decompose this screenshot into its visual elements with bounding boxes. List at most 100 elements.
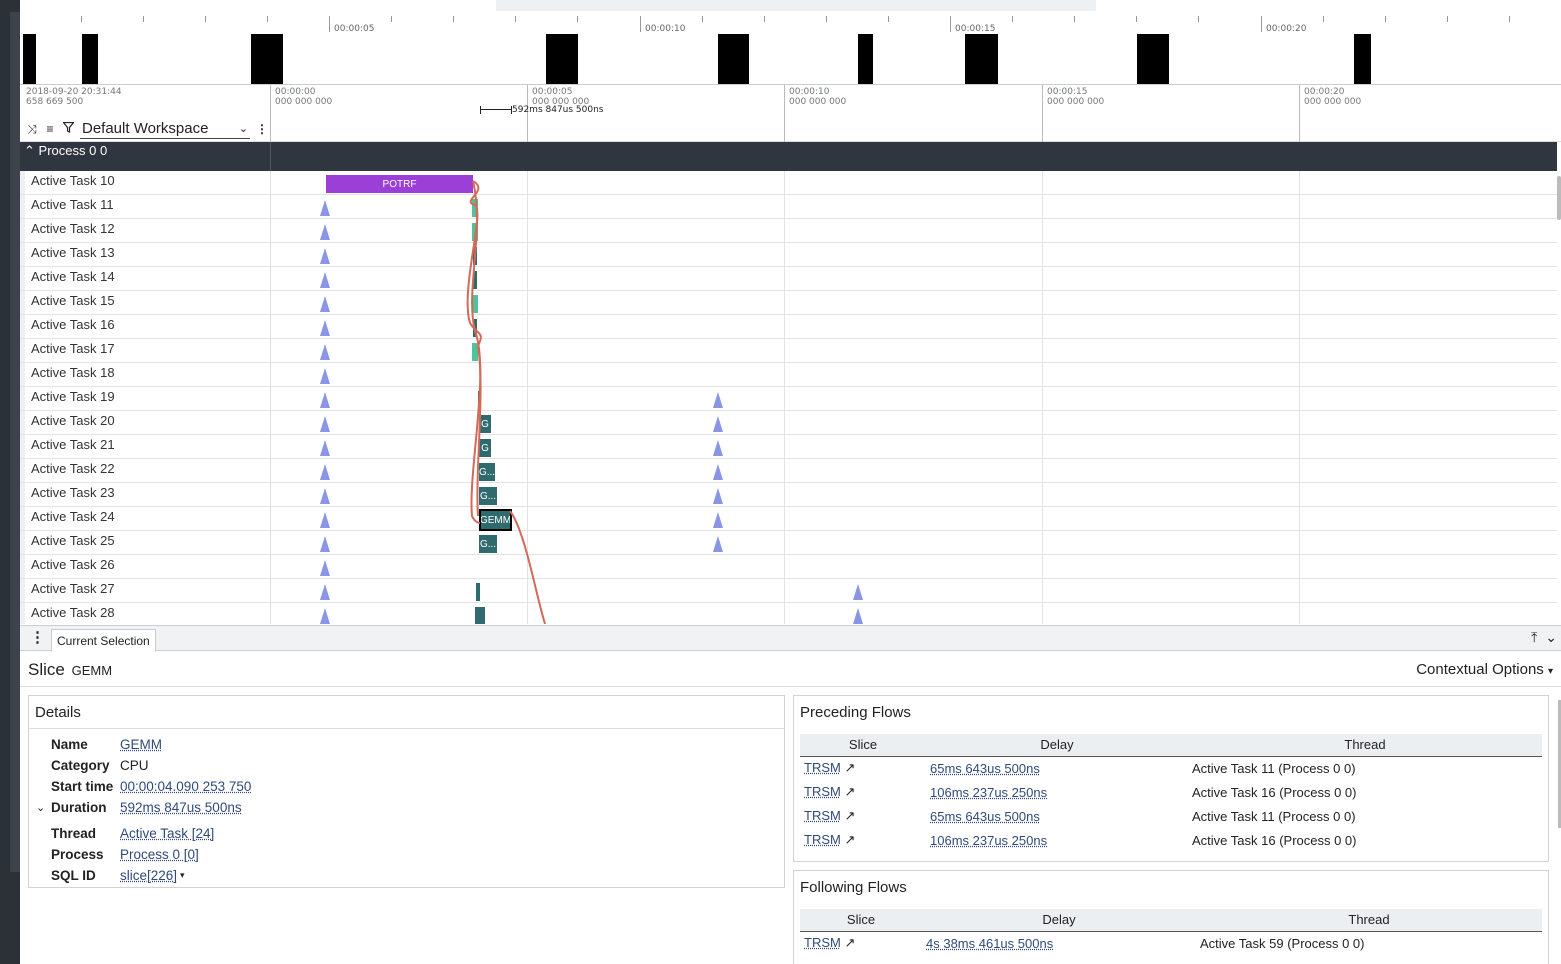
details-value-link[interactable]: Active Task [24] [120, 826, 214, 841]
maximize-panel-icon[interactable]: ⤒ [1531, 629, 1537, 646]
details-row: Category CPU [51, 755, 251, 776]
external-link-icon[interactable]: ↗ [844, 784, 855, 799]
axis-tick [1299, 85, 1300, 142]
details-key: Category [51, 758, 110, 773]
column-header: Delay [926, 734, 1188, 757]
process-name: Process 0 0 [38, 143, 108, 158]
process-label: ⌃ Process 0 0 [24, 143, 107, 159]
caret-down-icon: ▾ [1547, 666, 1553, 677]
overview-minor-tick [702, 16, 703, 22]
overview-activity-block [82, 34, 98, 84]
chevron-down-icon[interactable]: ⌄ [36, 801, 45, 814]
overview-minor-tick [391, 16, 392, 22]
details-row: ⌄ Duration 592ms 847us 500ns [36, 797, 251, 818]
slice-link[interactable]: TRSM [804, 935, 841, 950]
overview-minor-tick [143, 16, 144, 22]
panel-menu-icon[interactable]: ⋮ [30, 628, 45, 646]
card-divider [29, 728, 784, 729]
table-row: TRSM ↗ 106ms 237us 250ns Active Task 16 … [800, 828, 1542, 852]
selection-span-indicator: 592ms 847us 500ns [480, 105, 604, 115]
details-value-link[interactable]: GEMM [120, 737, 162, 752]
thread-cell: Active Task 11 (Process 0 0) [1192, 760, 1356, 776]
filter-icon[interactable] [61, 121, 75, 136]
axis-tick-time: 00:00:05 [532, 87, 573, 97]
external-link-icon[interactable]: ↗ [844, 760, 855, 775]
details-value-link[interactable]: 592ms 847us 500ns [120, 800, 242, 815]
slice-link[interactable]: TRSM [804, 760, 841, 775]
slice-link[interactable]: TRSM [804, 808, 841, 823]
time-offset-date: 2018-09-20 20:31:44 [26, 87, 122, 97]
column-header: Slice [800, 909, 922, 932]
slice-cell: TRSM ↗ [800, 804, 926, 828]
delay-link[interactable]: 65ms 643us 500ns [930, 761, 1040, 776]
column-header: Thread [1196, 909, 1542, 932]
external-link-icon[interactable]: ↗ [844, 935, 855, 950]
overview-activity-block [546, 34, 578, 84]
axis-tick-ns: 000 000 000 [789, 97, 847, 107]
details-row: Process Process 0 [0] [51, 844, 251, 865]
collapse-panel-icon[interactable]: ⌄ [1545, 629, 1557, 646]
table-row: TRSM ↗ 65ms 643us 500ns Active Task 11 (… [800, 756, 1542, 780]
external-link-icon[interactable]: ↗ [844, 808, 855, 823]
axis-tick-label: 00:00:20 000 000 000 [1304, 87, 1361, 107]
delay-link[interactable]: 106ms 237us 250ns [930, 833, 1047, 848]
slice-cell: TRSM ↗ [800, 931, 922, 955]
span-bracket [480, 105, 512, 114]
sort-icon[interactable]: ≡ [44, 122, 56, 136]
overview-minor-tick [1074, 16, 1075, 22]
gutter-divider [270, 142, 271, 171]
track-list[interactable]: Active Task 10 Active Task 11 Active Tas… [20, 171, 1557, 624]
sidebar-strip [10, 12, 20, 872]
selection-type: Slice [28, 660, 65, 679]
overview-minor-tick [1385, 16, 1386, 22]
tab-current-selection[interactable]: Current Selection [51, 629, 156, 652]
tab-label: Current Selection [57, 634, 150, 648]
axis-tick-time: 00:00:20 [1304, 87, 1345, 97]
details-row: Thread Active Task [24] [51, 823, 251, 844]
details-value-link[interactable]: 00:00:04.090 253 750 [120, 779, 251, 794]
following-flows-title: Following Flows [800, 879, 907, 896]
details-value-link[interactable]: Process 0 [0] [120, 847, 199, 862]
slice-link[interactable]: TRSM [804, 784, 841, 799]
track-scrollbar[interactable] [1557, 176, 1561, 220]
column-header: Thread [1188, 734, 1542, 757]
overview-minor-tick [205, 16, 206, 22]
delay-link[interactable]: 106ms 237us 250ns [930, 785, 1047, 800]
axis-tick [270, 85, 271, 142]
details-row: Name GEMM [51, 734, 251, 755]
delay-link[interactable]: 65ms 643us 500ns [930, 809, 1040, 824]
left-sidebar [0, 0, 20, 964]
table-header-row: Slice Delay Thread [800, 909, 1542, 932]
flow-arrows [466, 180, 546, 624]
more-options-icon[interactable]: ⋮ [256, 122, 268, 136]
slice-link[interactable]: TRSM [804, 832, 841, 847]
delay-link[interactable]: 4s 38ms 461us 500ns [926, 936, 1053, 951]
overview-activity-block [1137, 34, 1169, 84]
details-value-link[interactable]: slice[226] [120, 868, 177, 883]
overview-timeline[interactable]: 00:00:05 00:00:10 00:00:15 00:00:20 [20, 11, 1561, 85]
overview-activity-block [965, 34, 998, 84]
search-box[interactable] [496, 0, 1096, 11]
overview-activity-block [858, 34, 873, 84]
overview-minor-tick [453, 16, 454, 22]
details-key: Thread [51, 826, 97, 841]
process-track-header[interactable]: ⌃ Process 0 0 [20, 142, 1557, 171]
external-link-icon[interactable]: ↗ [844, 832, 855, 847]
chevron-down-icon: ⌄ [238, 123, 248, 135]
overview-minor-tick [577, 16, 578, 22]
thread-cell: Active Task 16 (Process 0 0) [1192, 784, 1357, 800]
collapse-all-icon[interactable]: ⤨ [26, 122, 38, 137]
column-header: Slice [800, 734, 926, 757]
caret-down-icon[interactable]: ▾ [180, 870, 185, 881]
following-flows-table: Slice Delay Thread TRSM ↗ 4s 38ms 461us … [800, 909, 1542, 955]
contextual-options-button[interactable]: Contextual Options ▾ [1416, 661, 1553, 678]
overview-activity-block [1354, 34, 1371, 84]
slice-cell: TRSM ↗ [800, 828, 926, 852]
workspace-select[interactable]: Default Workspace ⌄ [80, 119, 250, 139]
delay-cell: 106ms 237us 250ns [926, 780, 1188, 804]
details-title: Details [35, 704, 81, 721]
axis-tick-label: 00:00:05 000 000 000 [532, 87, 589, 107]
overview-minor-tick [1509, 16, 1510, 22]
chevron-up-icon[interactable]: ⌃ [24, 143, 35, 158]
details-value: CPU [120, 758, 149, 773]
